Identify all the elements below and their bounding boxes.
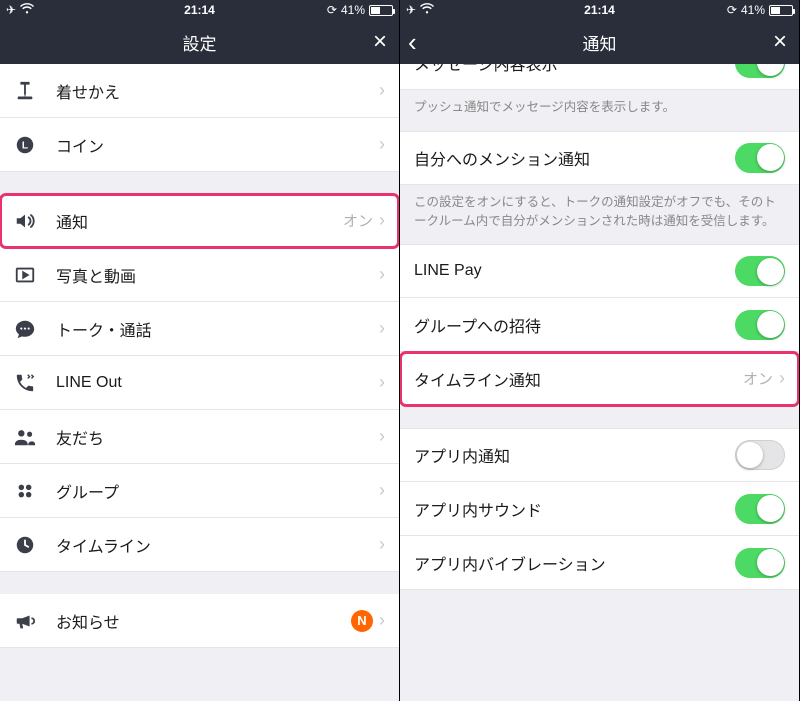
row-coin[interactable]: L コイン› xyxy=(0,118,399,172)
battery-percent: 41% xyxy=(341,3,365,17)
row-label: グループ xyxy=(56,479,379,503)
chevron-right-icon: › xyxy=(379,534,385,555)
row-label: アプリ内サウンド xyxy=(414,497,735,521)
chevron-right-icon: › xyxy=(379,318,385,339)
clock: 21:14 xyxy=(184,3,215,17)
toggle-inapp-vibration[interactable] xyxy=(735,548,785,578)
notifications-screen: ✈ 21:14 ⟳ 41% ‹ 通知 × メッセージ内容表示 プッシ xyxy=(400,0,800,701)
airplane-icon: ✈ xyxy=(406,3,416,17)
row-inapp-vibration[interactable]: アプリ内バイブレーション xyxy=(400,536,799,590)
battery-icon xyxy=(769,5,793,16)
wifi-icon xyxy=(420,3,434,17)
status-bar: ✈ 21:14 ⟳ 41% xyxy=(0,0,399,20)
megaphone-icon xyxy=(14,610,56,632)
clock-icon xyxy=(14,534,56,556)
row-line-pay[interactable]: LINE Pay xyxy=(400,244,799,298)
brush-icon xyxy=(14,80,56,102)
row-message-preview[interactable]: メッセージ内容表示 xyxy=(400,64,799,90)
row-label: タイムライン xyxy=(56,533,379,557)
row-inapp-sound[interactable]: アプリ内サウンド xyxy=(400,482,799,536)
close-button[interactable]: × xyxy=(373,28,387,56)
chat-icon xyxy=(14,318,56,340)
navbar: ‹ 通知 × xyxy=(400,20,799,64)
row-label: アプリ内バイブレーション xyxy=(414,551,735,575)
settings-list: 着せかえ›Lコイン› 通知オン›写真と動画›トーク・通話›LINE Out›友だ… xyxy=(0,64,399,701)
row-label: LINE Out xyxy=(56,374,379,392)
row-photo[interactable]: 写真と動画› xyxy=(0,248,399,302)
row-lineout[interactable]: LINE Out› xyxy=(0,356,399,410)
chevron-right-icon: › xyxy=(779,368,785,389)
airplane-icon: ✈ xyxy=(6,3,16,17)
coin-icon: L xyxy=(14,134,56,156)
back-button[interactable]: ‹ xyxy=(408,27,417,58)
row-label: トーク・通話 xyxy=(56,317,379,341)
row-timeline[interactable]: タイムライン› xyxy=(0,518,399,572)
phone-icon xyxy=(14,372,56,394)
rotation-lock-icon: ⟳ xyxy=(327,3,337,17)
svg-text:L: L xyxy=(22,140,28,151)
row-label: 自分へのメンション通知 xyxy=(414,146,735,170)
status-bar: ✈ 21:14 ⟳ 41% xyxy=(400,0,799,20)
clock: 21:14 xyxy=(584,3,615,17)
toggle-line-pay[interactable] xyxy=(735,256,785,286)
desc-mention-notif: この設定をオンにすると、トークの通知設定がオフでも、そのトークルーム内で自分がメ… xyxy=(400,185,799,245)
row-value: オン xyxy=(343,210,373,231)
row-notif[interactable]: 通知オン › xyxy=(0,194,399,248)
row-group-invite[interactable]: グループへの招待 xyxy=(400,298,799,352)
page-title: 通知 xyxy=(583,30,617,55)
battery-icon xyxy=(369,5,393,16)
row-label: アプリ内通知 xyxy=(414,443,735,467)
playbox-icon xyxy=(14,264,56,286)
speaker-icon xyxy=(14,210,56,232)
chevron-right-icon: › xyxy=(379,372,385,393)
row-talk[interactable]: トーク・通話› xyxy=(0,302,399,356)
header: ✈ 21:14 ⟳ 41% ‹ 通知 × xyxy=(400,0,799,64)
row-timeline-notif[interactable]: タイムライン通知 オン › xyxy=(400,352,799,406)
row-label: お知らせ xyxy=(56,609,351,633)
desc-message-preview: プッシュ通知でメッセージ内容を表示します。 xyxy=(400,90,799,131)
settings-screen: ✈ 21:14 ⟳ 41% 設定 × 着せかえ›Lコイン› 通知オン›写真と動画… xyxy=(0,0,400,701)
toggle-mention-notif[interactable] xyxy=(735,143,785,173)
badge: N xyxy=(351,610,373,632)
notifications-list: メッセージ内容表示 プッシュ通知でメッセージ内容を表示します。 自分へのメンショ… xyxy=(400,64,799,701)
chevron-right-icon: › xyxy=(379,80,385,101)
chevron-right-icon: › xyxy=(379,610,385,631)
toggle-inapp-notif[interactable] xyxy=(735,440,785,470)
rotation-lock-icon: ⟳ xyxy=(727,3,737,17)
toggle-message-preview[interactable] xyxy=(735,64,785,78)
row-mention-notif[interactable]: 自分へのメンション通知 xyxy=(400,131,799,185)
row-label: 写真と動画 xyxy=(56,263,379,287)
page-title: 設定 xyxy=(183,30,217,55)
row-label: グループへの招待 xyxy=(414,313,735,337)
row-label: 通知 xyxy=(56,209,343,233)
toggle-inapp-sound[interactable] xyxy=(735,494,785,524)
header: ✈ 21:14 ⟳ 41% 設定 × xyxy=(0,0,399,64)
people-icon xyxy=(14,426,56,448)
row-label: 友だち xyxy=(56,425,379,449)
close-button[interactable]: × xyxy=(773,28,787,56)
row-value: オン xyxy=(743,368,773,389)
chevron-right-icon: › xyxy=(379,134,385,155)
chevron-right-icon: › xyxy=(379,480,385,501)
row-label: コイン xyxy=(56,133,379,157)
wifi-icon xyxy=(20,3,34,17)
battery-percent: 41% xyxy=(741,3,765,17)
row-label: LINE Pay xyxy=(414,262,735,280)
chevron-right-icon: › xyxy=(379,264,385,285)
row-label: 着せかえ xyxy=(56,79,379,103)
row-news[interactable]: お知らせN › xyxy=(0,594,399,648)
row-label: メッセージ内容表示 xyxy=(414,64,735,75)
row-theme[interactable]: 着せかえ› xyxy=(0,64,399,118)
toggle-group-invite[interactable] xyxy=(735,310,785,340)
chevron-right-icon: › xyxy=(379,426,385,447)
chevron-right-icon: › xyxy=(379,210,385,231)
row-group[interactable]: グループ› xyxy=(0,464,399,518)
row-inapp-notif[interactable]: アプリ内通知 xyxy=(400,428,799,482)
row-friends[interactable]: 友だち› xyxy=(0,410,399,464)
navbar: 設定 × xyxy=(0,20,399,64)
row-label: タイムライン通知 xyxy=(414,367,743,391)
dots4-icon xyxy=(14,480,56,502)
